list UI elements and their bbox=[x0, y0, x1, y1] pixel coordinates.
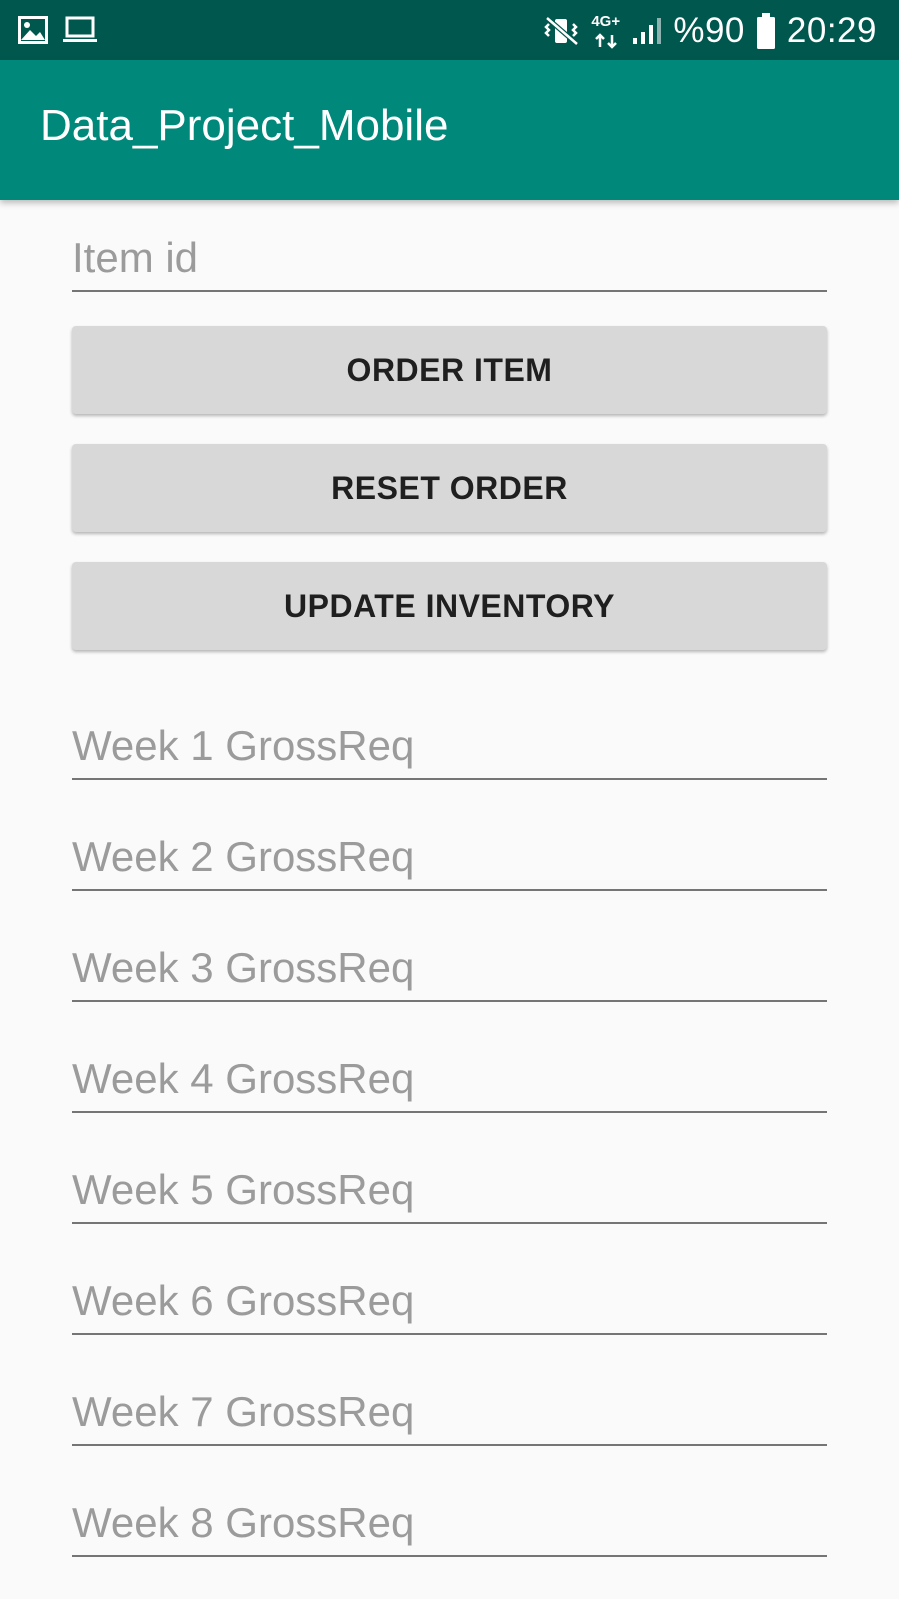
week-8-grossreq-input[interactable] bbox=[72, 1499, 827, 1547]
week-6-field[interactable] bbox=[72, 1271, 827, 1335]
week-3-field[interactable] bbox=[72, 938, 827, 1002]
order-item-button[interactable]: ORDER ITEM bbox=[72, 326, 827, 414]
status-left-icons bbox=[18, 14, 98, 46]
image-icon bbox=[18, 16, 48, 44]
week-2-field[interactable] bbox=[72, 827, 827, 891]
network-4g-icon: 4G+ bbox=[591, 11, 621, 51]
reset-order-button[interactable]: RESET ORDER bbox=[72, 444, 827, 532]
app-bar: Data_Project_Mobile bbox=[0, 60, 899, 200]
week-7-field[interactable] bbox=[72, 1382, 827, 1446]
vibrate-icon bbox=[543, 15, 581, 47]
battery-percentage: %90 bbox=[673, 11, 745, 50]
week-6-grossreq-input[interactable] bbox=[72, 1277, 827, 1325]
item-id-input[interactable] bbox=[72, 234, 827, 282]
laptop-icon bbox=[62, 16, 98, 44]
week-4-grossreq-input[interactable] bbox=[72, 1055, 827, 1103]
item-id-field[interactable] bbox=[72, 228, 827, 292]
week-2-grossreq-input[interactable] bbox=[72, 833, 827, 881]
app-title: Data_Project_Mobile bbox=[40, 101, 449, 150]
week-7-grossreq-input[interactable] bbox=[72, 1388, 827, 1436]
week-1-grossreq-input[interactable] bbox=[72, 722, 827, 770]
update-inventory-button[interactable]: UPDATE INVENTORY bbox=[72, 562, 827, 650]
status-bar: 4G+ %90 20:29 bbox=[0, 0, 899, 60]
battery-icon bbox=[755, 12, 777, 50]
week-5-field[interactable] bbox=[72, 1160, 827, 1224]
week-1-field[interactable] bbox=[72, 716, 827, 780]
week-3-grossreq-input[interactable] bbox=[72, 944, 827, 992]
status-right-icons: 4G+ %90 20:29 bbox=[543, 8, 877, 54]
week-5-grossreq-input[interactable] bbox=[72, 1166, 827, 1214]
week-8-field[interactable] bbox=[72, 1493, 827, 1557]
status-time: 20:29 bbox=[786, 11, 877, 50]
week-4-field[interactable] bbox=[72, 1049, 827, 1113]
signal-icon bbox=[631, 16, 663, 46]
network-label: 4G+ bbox=[591, 13, 621, 30]
